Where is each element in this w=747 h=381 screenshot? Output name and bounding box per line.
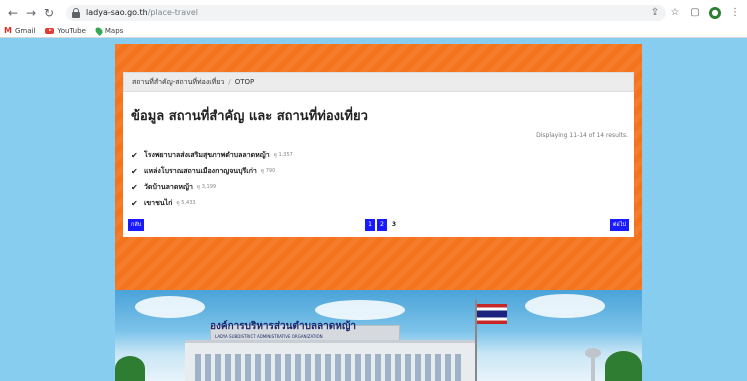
tree-shape (605, 351, 642, 381)
page-body: สถานที่สำคัญ-สถานที่ท่องเที่ยว / OTOP ข้อม… (0, 38, 747, 381)
breadcrumb-item-otop[interactable]: OTOP (235, 78, 255, 86)
url-text: ladya-sao.go.th/place-travel (86, 7, 198, 19)
building-windows (195, 354, 465, 381)
page-title: ข้อมูล สถานที่สำคัญ และ สถานที่ท่องเที่ย… (131, 109, 368, 124)
url-path: /place-travel (147, 8, 198, 17)
thai-flag-icon (477, 304, 507, 324)
tree-shape (115, 356, 145, 381)
cloud-shape (315, 300, 405, 320)
toolbar-right: ⇪ ☆ ▢ ● ⋮ (649, 4, 741, 22)
water-tower-leg (591, 356, 595, 381)
cloud-shape (135, 296, 205, 318)
place-link[interactable]: แหล่งโบราณสถานเมืองกาญจนบุรีเก่า (144, 166, 257, 177)
view-count: ดู 3,199 (196, 184, 217, 190)
check-icon: ✔ (131, 198, 138, 208)
maps-pin-icon (93, 25, 104, 36)
youtube-icon (45, 27, 55, 34)
check-icon: ✔ (131, 166, 138, 176)
place-link[interactable]: วัดบ้านลาดหญ้า (144, 182, 193, 193)
lock-icon (72, 8, 80, 18)
bookmarks-bar: M Gmail YouTube Maps (4, 25, 123, 36)
reload-icon[interactable]: ↻ (42, 4, 56, 22)
browser-chrome: ← → ↻ ladya-sao.go.th/place-travel ⇪ ☆ ▢… (0, 0, 747, 38)
check-icon: ✔ (131, 182, 138, 192)
breadcrumb-item-places[interactable]: สถานที่สำคัญ-สถานที่ท่องเที่ยว (132, 78, 224, 86)
back-button[interactable]: กลับ (128, 219, 145, 231)
address-bar[interactable]: ladya-sao.go.th/place-travel (66, 5, 666, 21)
office-building-photo: องค์การบริหารส่วนตำบลลาดหญ้า LADYA SUBDI… (115, 290, 642, 381)
building-sign-english: LADYA SUBDISTRICT ADMINISTRATIVE ORGANIZ… (215, 334, 323, 339)
menu-kebab-icon[interactable]: ⋮ (729, 7, 741, 19)
view-count: ดู 790 (260, 168, 276, 174)
page-link-1[interactable]: 1 (365, 219, 375, 231)
star-icon[interactable]: ☆ (669, 7, 681, 19)
view-count: ดู 1,357 (273, 152, 293, 158)
list-item: ✔ แหล่งโบราณสถานเมืองกาญจนบุรีเก่า ดู 79… (131, 163, 293, 179)
browser-toolbar: ← → ↻ ladya-sao.go.th/place-travel ⇪ ☆ ▢… (0, 4, 747, 22)
gmail-icon: M (4, 26, 12, 35)
bookmark-label: Gmail (14, 26, 36, 35)
pagination: 1 2 3 (365, 219, 399, 231)
view-count: ดู 5,433 (176, 200, 196, 206)
next-button[interactable]: ต่อไป (609, 219, 629, 231)
list-item: ✔ โรงพยาบาลส่งเสริมสุขภาพตำบลลาดหญ้า ดู … (131, 147, 293, 163)
sidepanel-icon[interactable]: ▢ (689, 7, 701, 19)
page-current-3: 3 (391, 221, 397, 228)
building-sign-thai: องค์การบริหารส่วนตำบลลาดหญ้า (210, 321, 357, 332)
cloud-shape (525, 294, 605, 318)
content-card: สถานที่สำคัญ-สถานที่ท่องเที่ยว / OTOP ข้อม… (123, 72, 634, 237)
place-link[interactable]: โรงพยาบาลส่งเสริมสุขภาพตำบลลาดหญ้า (144, 150, 270, 161)
bookmark-maps[interactable]: Maps (93, 25, 124, 36)
bookmark-label: Maps (104, 26, 124, 35)
share-icon[interactable]: ⇪ (649, 7, 661, 19)
breadcrumb-separator: / (228, 78, 231, 86)
page-link-2[interactable]: 2 (377, 219, 387, 231)
places-list: ✔ โรงพยาบาลส่งเสริมสุขภาพตำบลลาดหญ้า ดู … (131, 147, 293, 211)
profile-avatar-icon[interactable]: ● (709, 7, 721, 19)
forward-arrow-icon[interactable]: → (24, 4, 38, 22)
bookmark-label: YouTube (57, 26, 86, 35)
content-banner: สถานที่สำคัญ-สถานที่ท่องเที่ยว / OTOP ข้อม… (115, 44, 642, 290)
list-item: ✔ เขาชนไก่ ดู 5,433 (131, 195, 293, 211)
results-summary: Displaying 11-14 of 14 results. (536, 132, 628, 139)
breadcrumb: สถานที่สำคัญ-สถานที่ท่องเที่ยว / OTOP (123, 72, 634, 92)
check-icon: ✔ (131, 150, 138, 160)
url-host: ladya-sao.go.th (86, 8, 148, 17)
bookmark-gmail[interactable]: M Gmail (4, 26, 35, 35)
bookmark-youtube[interactable]: YouTube (45, 26, 86, 35)
list-item: ✔ วัดบ้านลาดหญ้า ดู 3,199 (131, 179, 293, 195)
place-link[interactable]: เขาชนไก่ (144, 198, 172, 209)
back-arrow-icon[interactable]: ← (6, 4, 20, 22)
